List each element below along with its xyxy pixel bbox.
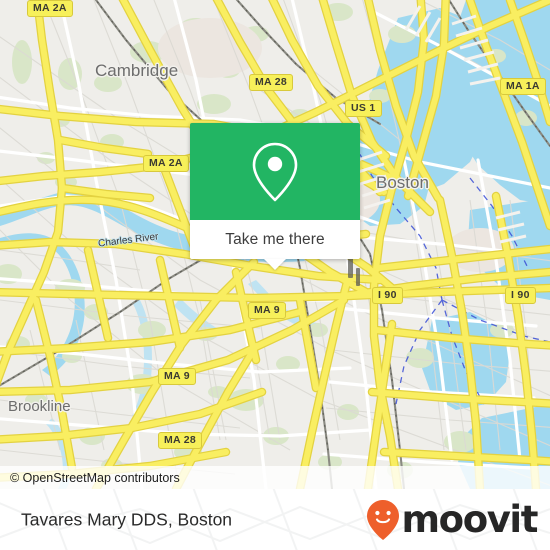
moovit-logo[interactable]: moovit — [366, 498, 539, 541]
route-shield-ma-2a-mid[interactable]: MA 2A — [143, 155, 189, 172]
osm-attribution-text[interactable]: © OpenStreetMap contributors — [0, 471, 180, 485]
moovit-pin-icon — [366, 499, 399, 540]
route-shield-ma-1a[interactable]: MA 1A — [500, 78, 546, 95]
destination-popup-card[interactable]: Take me there — [190, 123, 360, 270]
route-shield-ma-9-south[interactable]: MA 9 — [158, 368, 196, 385]
location-title: Tavares Mary DDS, Boston — [21, 509, 233, 529]
map-canvas[interactable]: MA 2A MA 28 US 1 MA 1A MA 2A MA 9 I 90 I… — [0, 0, 550, 489]
map-attribution-bar: © OpenStreetMap contributors — [0, 466, 550, 489]
popup-header — [190, 123, 360, 220]
place-label-brookline: Brookline — [8, 398, 71, 415]
page-footer: Tavares Mary DDS, Boston moovit — [0, 489, 550, 550]
route-shield-ma-28-south[interactable]: MA 28 — [158, 432, 203, 449]
popup-footer[interactable]: Take me there — [190, 220, 360, 270]
map-pin-icon — [252, 142, 298, 201]
moovit-map-page: MA 2A MA 28 US 1 MA 1A MA 2A MA 9 I 90 I… — [0, 0, 550, 550]
place-label-cambridge: Cambridge — [95, 61, 179, 80]
route-shield-us-1[interactable]: US 1 — [345, 100, 382, 117]
place-label-boston: Boston — [376, 173, 429, 192]
route-shield-ma-9-mid[interactable]: MA 9 — [248, 302, 286, 319]
moovit-wordmark: moovit — [401, 498, 539, 541]
popup-pointer-tail — [264, 259, 286, 270]
route-shield-ma-2a-north[interactable]: MA 2A — [27, 0, 73, 17]
take-me-there-label: Take me there — [225, 230, 325, 248]
route-shield-i-90-left[interactable]: I 90 — [372, 287, 403, 304]
route-shield-i-90-right[interactable]: I 90 — [505, 287, 536, 304]
route-shield-ma-28-north[interactable]: MA 28 — [249, 74, 294, 91]
